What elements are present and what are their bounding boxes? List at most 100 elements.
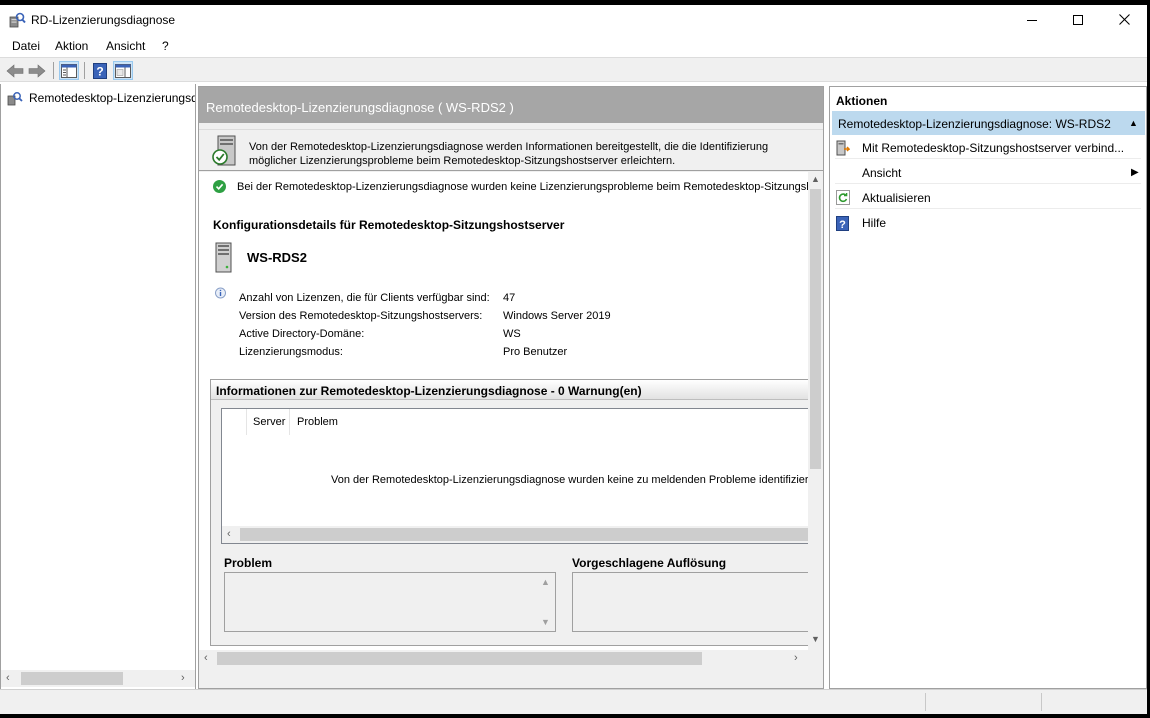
scroll-down-arrow-icon[interactable]: ▼ <box>541 617 550 627</box>
scroll-left-arrow-icon[interactable]: ‹ <box>204 652 208 664</box>
warnings-list[interactable]: Server Problem Von der Remotedesktop-Liz… <box>221 408 808 544</box>
svg-text:?: ? <box>839 219 846 231</box>
action-connect-label: Mit Remotedesktop-Sitzungshostserver ver… <box>862 140 1125 155</box>
minimize-button[interactable] <box>1009 5 1055 34</box>
back-button[interactable] <box>5 61 25 80</box>
show-hide-action-pane-button[interactable] <box>113 61 133 80</box>
result-horizontal-scrollbar[interactable]: ‹ › <box>199 650 808 667</box>
diagnosis-info-title: Informationen zur Remotedesktop-Lizenzie… <box>216 384 642 398</box>
back-arrow-icon <box>6 63 24 78</box>
help-toolbar-button[interactable]: ? <box>90 61 110 80</box>
title-bar[interactable]: RD-Lizenzierungsdiagnose <box>0 5 1147 34</box>
action-connect[interactable]: Mit Remotedesktop-Sitzungshostserver ver… <box>835 137 1141 159</box>
resolution-label: Vorgeschlagene Auflösung <box>572 556 727 570</box>
tree-horizontal-scrollbar[interactable]: ‹ › <box>1 670 195 687</box>
server-icon <box>215 242 233 274</box>
result-pane: Remotedesktop-Lizenzierungsdiagnose ( WS… <box>198 86 824 689</box>
scrollbar-thumb[interactable] <box>21 672 123 685</box>
refresh-icon <box>835 190 850 206</box>
forward-button[interactable] <box>27 61 47 80</box>
window-title: RD-Lizenzierungsdiagnose <box>31 13 176 27</box>
rd-licensing-tree-icon <box>7 91 23 105</box>
scroll-up-arrow-icon[interactable]: ▲ <box>541 577 550 587</box>
column-header-problem[interactable]: Problem <box>297 409 338 435</box>
action-refresh[interactable]: Aktualisieren <box>835 187 1141 209</box>
scrollbar-thumb[interactable] <box>810 189 821 469</box>
detail-label-licensing-mode: Lizenzierungsmodus: <box>239 346 343 358</box>
scroll-right-arrow-icon[interactable]: › <box>794 652 798 664</box>
result-pane-footer <box>199 667 823 688</box>
action-help[interactable]: ? Hilfe <box>835 212 1141 234</box>
tree-item-root[interactable]: Remotedesktop-Lizenzierungsdiagnose <box>7 89 195 107</box>
diagnosis-server-icon <box>211 135 237 167</box>
result-vertical-scrollbar[interactable]: ▲ ▼ <box>808 172 823 650</box>
scroll-left-arrow-icon[interactable]: ‹ <box>6 672 10 684</box>
status-bar-separator <box>925 693 926 711</box>
resolution-textbox[interactable] <box>572 572 808 632</box>
help-icon: ? <box>93 62 107 79</box>
list-horizontal-scrollbar[interactable]: ‹ <box>222 526 808 543</box>
maximize-icon <box>1073 14 1083 25</box>
action-help-label: Hilfe <box>862 216 887 230</box>
window-bottom-border <box>0 714 1150 718</box>
actions-pane: Aktionen Remotedesktop-Lizenzierungsdiag… <box>829 86 1147 689</box>
problem-textbox[interactable]: ▲ ▼ <box>224 572 556 632</box>
intro-text: Von der Remotedesktop-Lizenzierungsdiagn… <box>249 141 769 167</box>
maximize-button[interactable] <box>1055 5 1101 34</box>
column-separator <box>289 409 290 435</box>
problem-label: Problem <box>224 556 273 570</box>
server-name: WS-RDS2 <box>247 250 307 265</box>
status-line: Bei der Remotedesktop-Lizenzierungsdiagn… <box>213 180 808 193</box>
rd-licensing-app-icon <box>9 12 26 28</box>
action-refresh-label: Aktualisieren <box>862 190 931 205</box>
column-header-server[interactable]: Server <box>253 409 285 435</box>
svg-text:?: ? <box>96 64 103 78</box>
console-tree-icon <box>61 63 77 78</box>
menu-bar: Datei Aktion Ansicht ? <box>0 34 1147 56</box>
connect-server-icon <box>835 140 850 156</box>
result-pane-header: Remotedesktop-Lizenzierungsdiagnose ( WS… <box>199 87 823 123</box>
result-pane-title: Remotedesktop-Lizenzierungsdiagnose ( WS… <box>206 100 514 115</box>
config-title: Konfigurationsdetails für Remotedesktop-… <box>213 218 565 232</box>
submenu-arrow-icon: ▶ <box>1131 167 1139 178</box>
menu-ansicht[interactable]: Ansicht <box>106 39 145 53</box>
detail-label-version: Version des Remotedesktop-Sitzungshostse… <box>239 310 483 322</box>
tree-item-label: Remotedesktop-Lizenzierungsdiagnose <box>29 91 195 105</box>
scroll-right-arrow-icon[interactable]: › <box>181 672 185 684</box>
menu-aktion[interactable]: Aktion <box>55 39 88 53</box>
scrollbar-thumb[interactable] <box>217 652 702 665</box>
status-bar-separator <box>1041 693 1042 711</box>
scroll-left-arrow-icon[interactable]: ‹ <box>227 528 231 540</box>
success-check-icon <box>213 180 226 193</box>
status-message: Bei der Remotedesktop-Lizenzierungsdiagn… <box>237 180 808 193</box>
detail-value-version: Windows Server 2019 <box>503 310 611 322</box>
detail-value-licensing-mode: Pro Benutzer <box>503 346 568 358</box>
detail-label-domain: Active Directory-Domäne: <box>239 328 365 340</box>
actions-group-label: Remotedesktop-Lizenzierungsdiagnose: WS-… <box>838 117 1111 131</box>
detail-value-licenses: 47 <box>503 292 516 304</box>
show-hide-console-tree-button[interactable] <box>59 61 79 80</box>
action-view-label: Ansicht <box>862 165 902 180</box>
actions-title: Aktionen <box>836 94 888 108</box>
detail-value-domain: WS <box>503 328 521 340</box>
toolbar: ? <box>0 57 1147 82</box>
help-icon: ? <box>835 215 850 231</box>
scroll-up-arrow-icon[interactable]: ▲ <box>811 174 820 184</box>
minimize-icon <box>1027 19 1037 21</box>
menu-help[interactable]: ? <box>162 39 169 53</box>
info-icon <box>214 287 227 300</box>
action-view[interactable]: Ansicht ▶ <box>835 162 1141 184</box>
scroll-down-arrow-icon[interactable]: ▼ <box>811 634 820 644</box>
diagnosis-info-section: Informationen zur Remotedesktop-Lizenzie… <box>210 379 808 646</box>
diagnosis-info-header: Informationen zur Remotedesktop-Lizenzie… <box>211 380 808 400</box>
toolbar-separator <box>84 62 85 79</box>
close-button[interactable] <box>1101 5 1147 34</box>
empty-list-message: Von der Remotedesktop-Lizenzierungsdiagn… <box>331 474 808 486</box>
actions-group-header[interactable]: Remotedesktop-Lizenzierungsdiagnose: WS-… <box>832 111 1145 135</box>
column-separator <box>246 409 247 435</box>
collapse-icon[interactable]: ▲ <box>1129 118 1138 128</box>
close-icon <box>1118 14 1130 25</box>
menu-datei[interactable]: Datei <box>12 39 40 53</box>
detail-label-licenses: Anzahl von Lizenzen, die für Clients ver… <box>239 292 490 304</box>
scrollbar-thumb[interactable] <box>240 528 808 541</box>
